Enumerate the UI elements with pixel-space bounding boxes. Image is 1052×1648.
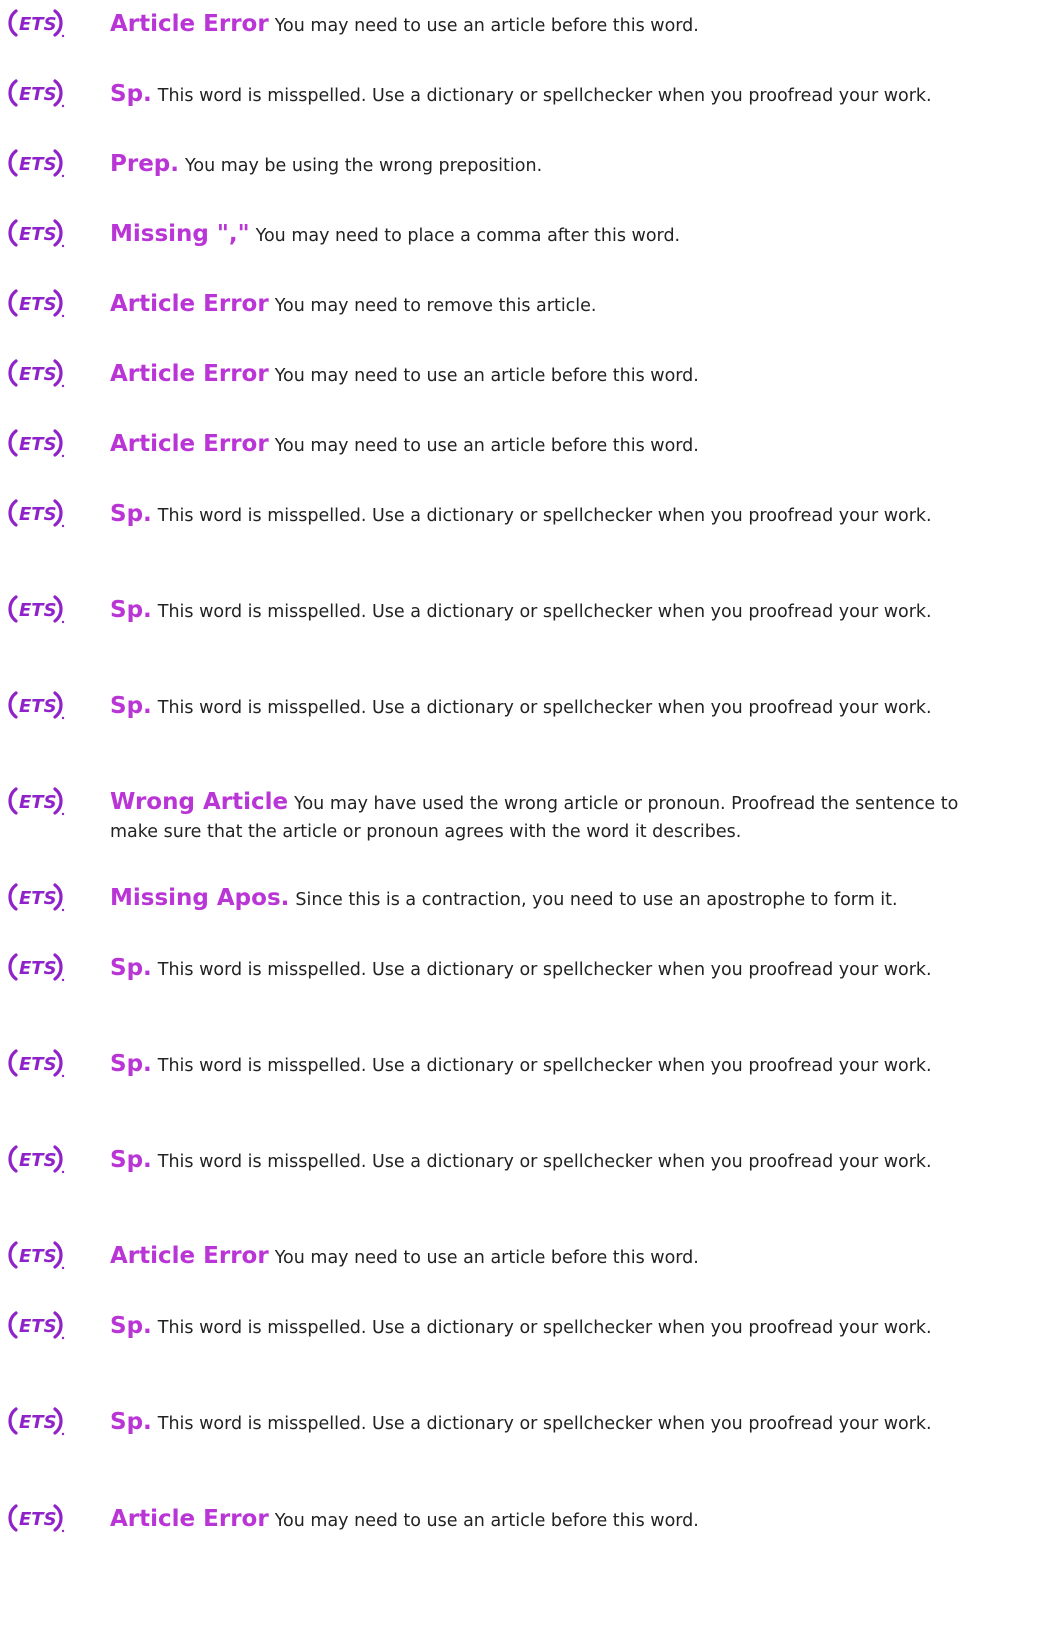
feedback-message: This word is misspelled. Use a dictionar… [157,86,932,106]
ets-logo-text: ETS [19,294,57,315]
feedback-message: This word is misspelled. Use a dictionar… [157,698,932,718]
ets-logo-icon: ETS [6,786,68,816]
feedback-text: Missing "," You may need to place a comma… [110,220,990,250]
ets-logo-icon: ETS [6,1310,68,1340]
ets-logo-text: ETS [19,504,57,525]
ets-logo-text: ETS [19,1150,57,1171]
ets-logo-text: ETS [19,224,57,245]
feedback-category: Missing "," [110,221,250,247]
feedback-message: You may need to place a comma after this… [255,226,681,246]
ets-logo-icon: ETS [6,882,68,912]
ets-logo-icon: ETS [6,690,68,720]
feedback-message: This word is misspelled. Use a dictionar… [157,1056,932,1076]
feedback-message: You may need to use an article before th… [274,1248,699,1268]
feedback-text: Sp. This word is misspelled. Use a dictio… [110,954,990,984]
feedback-message: You may need to remove this article. [274,296,597,316]
feedback-message: You may be using the wrong preposition. [185,156,543,176]
feedback-message: You may need to use an article before th… [274,366,699,386]
feedback-text: Sp. This word is misspelled. Use a dictio… [110,1312,990,1342]
feedback-message: Since this is a contraction, you need to… [295,890,898,910]
feedback-text: Sp. This word is misspelled. Use a dictio… [110,80,990,110]
ets-logo-text: ETS [19,434,57,455]
ets-logo-icon: ETS [6,8,68,38]
ets-logo-text: ETS [19,792,57,813]
feedback-category: Article Error [110,361,269,387]
feedback-message: You may need to use an article before th… [274,16,699,36]
ets-logo-text: ETS [19,84,57,105]
feedback-text: Article Error You may need to use an arti… [110,10,990,40]
feedback-text: Sp. This word is misspelled. Use a dictio… [110,500,990,530]
feedback-category: Article Error [110,431,269,457]
feedback-text: Article Error You may need to use an arti… [110,360,990,390]
feedback-category: Wrong Article [110,789,289,815]
feedback-text: Sp. This word is misspelled. Use a dictio… [110,1146,990,1176]
feedback-category: Sp. [110,597,152,623]
ets-logo-icon: ETS [6,1503,68,1533]
feedback-message: You may need to use an article before th… [274,1511,699,1531]
feedback-message: This word is misspelled. Use a dictionar… [157,506,932,526]
ets-logo-text: ETS [19,1246,57,1267]
feedback-category: Sp. [110,1051,152,1077]
feedback-category: Sp. [110,501,152,527]
feedback-category: Prep. [110,151,179,177]
ets-logo-icon: ETS [6,148,68,178]
ets-logo-text: ETS [19,364,57,385]
ets-logo-icon: ETS [6,952,68,982]
feedback-text: Sp. This word is misspelled. Use a dictio… [110,1408,990,1438]
feedback-message: This word is misspelled. Use a dictionar… [157,602,932,622]
feedback-category: Sp. [110,955,152,981]
ets-logo-text: ETS [19,1509,57,1530]
ets-logo-icon: ETS [6,288,68,318]
ets-logo-text: ETS [19,888,57,909]
feedback-category: Sp. [110,693,152,719]
feedback-category: Article Error [110,1243,269,1269]
ets-logo-icon: ETS [6,358,68,388]
feedback-message: This word is misspelled. Use a dictionar… [157,1152,932,1172]
feedback-text: Sp. This word is misspelled. Use a dictio… [110,692,990,722]
feedback-text: Article Error You may need to use an arti… [110,1505,990,1535]
ets-logo-icon: ETS [6,218,68,248]
ets-logo-icon: ETS [6,1240,68,1270]
ets-logo-icon: ETS [6,78,68,108]
feedback-text: Article Error You may need to use an arti… [110,430,990,460]
ets-logo-icon: ETS [6,428,68,458]
feedback-category: Sp. [110,81,152,107]
feedback-category: Missing Apos. [110,885,290,911]
ets-logo-text: ETS [19,1316,57,1337]
feedback-category: Sp. [110,1409,152,1435]
feedback-text: Prep. You may be using the wrong preposit… [110,150,990,180]
feedback-text: Missing Apos. Since this is a contraction… [110,884,990,914]
feedback-message: You may need to use an article before th… [274,436,699,456]
feedback-text: Sp. This word is misspelled. Use a dictio… [110,596,990,626]
feedback-category: Article Error [110,11,269,37]
feedback-text: Article Error You may need to remove this… [110,290,990,320]
feedback-category: Sp. [110,1313,152,1339]
ets-logo-icon: ETS [6,594,68,624]
feedback-text: Article Error You may need to use an arti… [110,1242,990,1272]
feedback-text: Sp. This word is misspelled. Use a dictio… [110,1050,990,1080]
ets-logo-icon: ETS [6,1144,68,1174]
ets-logo-text: ETS [19,1412,57,1433]
ets-logo-text: ETS [19,14,57,35]
feedback-message: This word is misspelled. Use a dictionar… [157,1318,932,1338]
ets-logo-icon: ETS [6,1048,68,1078]
ets-logo-text: ETS [19,1054,57,1075]
feedback-message: This word is misspelled. Use a dictionar… [157,1414,932,1434]
ets-logo-text: ETS [19,154,57,175]
ets-logo-text: ETS [19,600,57,621]
ets-logo-icon: ETS [6,1406,68,1436]
ets-logo-text: ETS [19,696,57,717]
ets-logo-text: ETS [19,958,57,979]
feedback-category: Sp. [110,1147,152,1173]
feedback-text: Wrong Article You may have used the wrong… [110,788,990,846]
ets-logo-icon: ETS [6,498,68,528]
feedback-category: Article Error [110,291,269,317]
feedback-message: This word is misspelled. Use a dictionar… [157,960,932,980]
feedback-category: Article Error [110,1506,269,1532]
